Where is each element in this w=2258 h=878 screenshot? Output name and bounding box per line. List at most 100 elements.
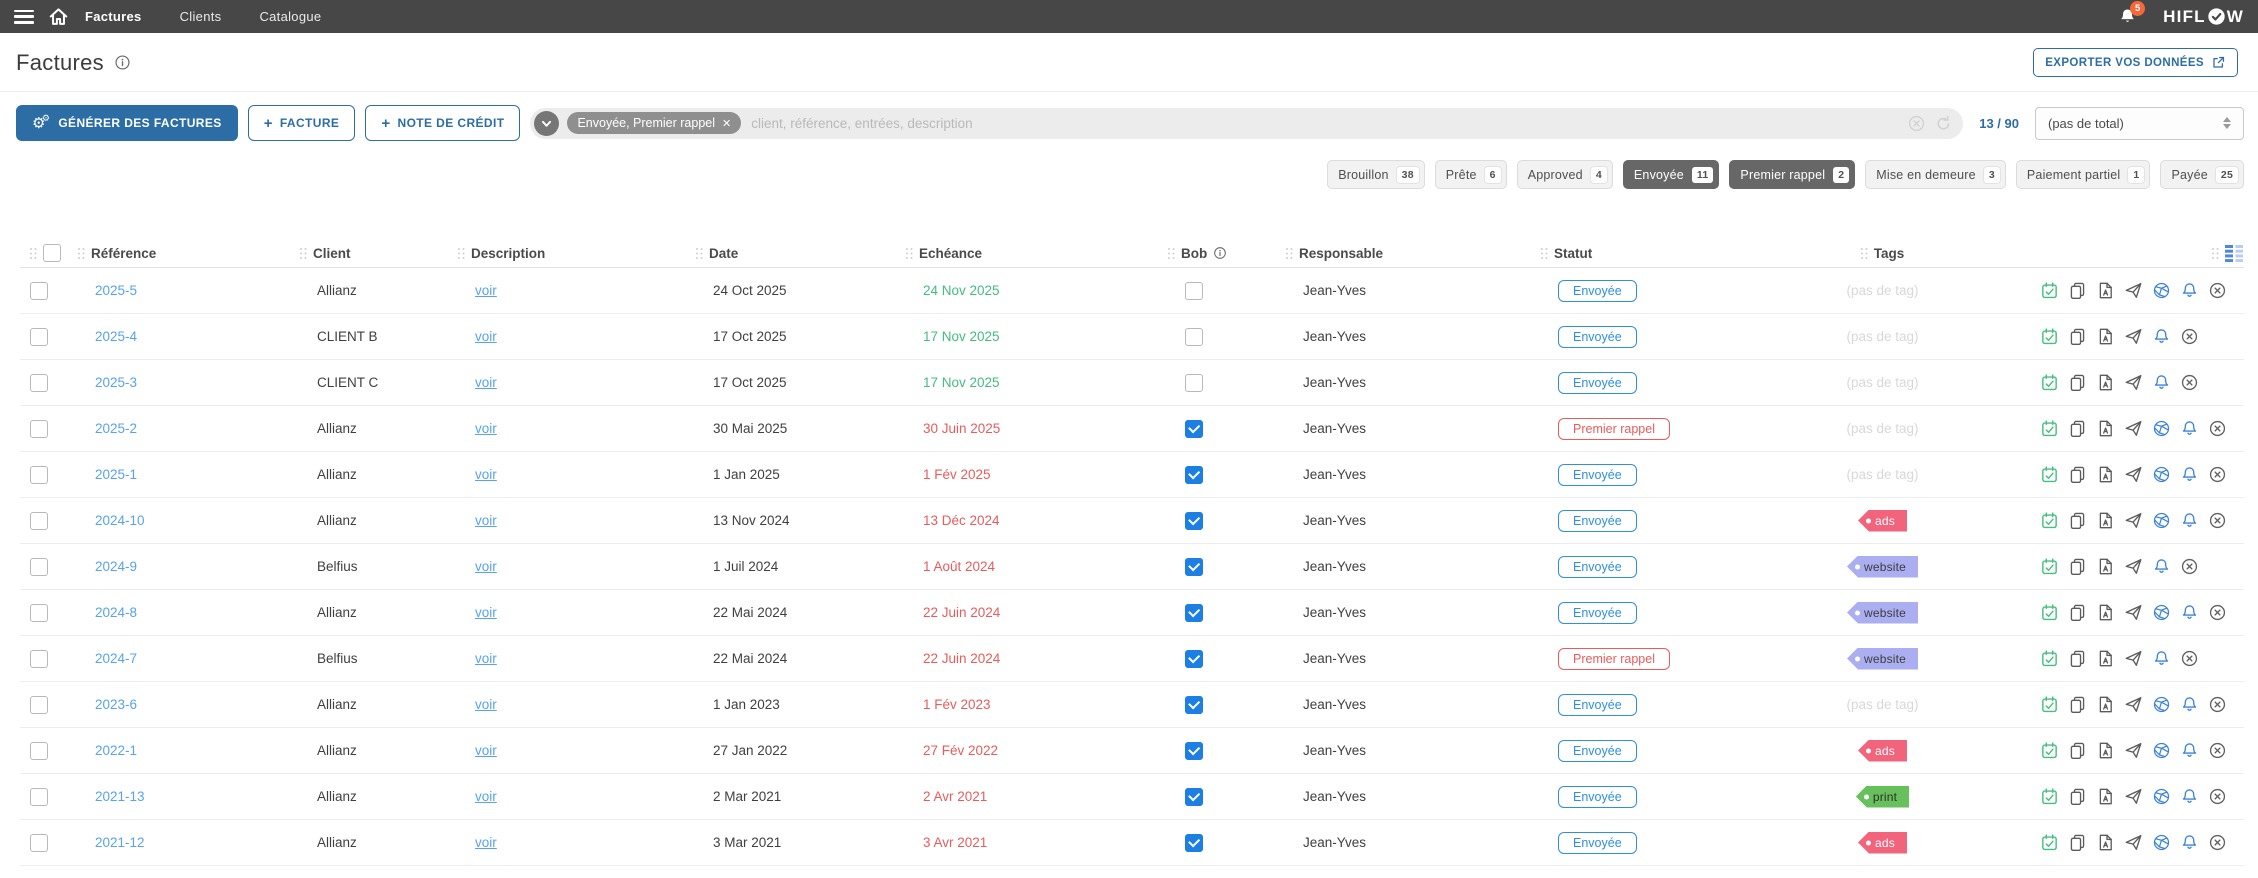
pdf-file-icon[interactable] — [2096, 833, 2115, 852]
header-bob[interactable]: Bob — [1168, 246, 1286, 261]
cancel-icon[interactable] — [2180, 327, 2199, 346]
status-badge[interactable]: Envoyée — [1558, 325, 1637, 348]
description-voir-link[interactable]: voir — [475, 513, 497, 528]
status-badge[interactable]: Envoyée — [1558, 371, 1637, 394]
menu-icon[interactable] — [14, 9, 34, 24]
globe-network-icon[interactable] — [2152, 465, 2171, 484]
copy-icon[interactable] — [2068, 373, 2087, 392]
drag-handle-icon[interactable] — [30, 247, 37, 259]
description-voir-link[interactable]: voir — [475, 467, 497, 482]
copy-icon[interactable] — [2068, 327, 2087, 346]
bob-checkbox[interactable] — [1185, 327, 1203, 346]
bob-checkbox[interactable] — [1185, 419, 1203, 438]
drag-handle-icon[interactable] — [458, 247, 465, 259]
reminder-bell-icon[interactable] — [2180, 281, 2199, 300]
pdf-file-icon[interactable] — [2096, 787, 2115, 806]
description-voir-link[interactable]: voir — [475, 697, 497, 712]
send-plane-icon[interactable] — [2124, 695, 2143, 714]
cancel-icon[interactable] — [2208, 419, 2227, 438]
invoice-reference-link[interactable]: 2025-4 — [95, 329, 137, 344]
calendar-check-icon[interactable] — [2040, 557, 2059, 576]
reminder-bell-icon[interactable] — [2152, 373, 2171, 392]
send-plane-icon[interactable] — [2124, 741, 2143, 760]
globe-network-icon[interactable] — [2152, 281, 2171, 300]
refresh-icon[interactable] — [1934, 114, 1953, 133]
reminder-bell-icon[interactable] — [2180, 511, 2199, 530]
invoice-reference-link[interactable]: 2025-5 — [95, 283, 137, 298]
generate-invoices-button[interactable]: ⚙⚙ GÉNÉRER DES FACTURES — [16, 105, 238, 141]
pdf-file-icon[interactable] — [2096, 695, 2115, 714]
row-select-checkbox[interactable] — [30, 281, 48, 300]
reminder-bell-icon[interactable] — [2152, 557, 2171, 576]
calendar-check-icon[interactable] — [2040, 373, 2059, 392]
pdf-file-icon[interactable] — [2096, 649, 2115, 668]
drag-handle-icon[interactable] — [1541, 247, 1548, 259]
info-icon[interactable] — [1213, 246, 1227, 260]
cancel-icon[interactable] — [2208, 787, 2227, 806]
cancel-icon[interactable] — [2180, 649, 2199, 668]
cancel-icon[interactable] — [2208, 511, 2227, 530]
bob-checkbox[interactable] — [1185, 465, 1203, 484]
invoice-reference-link[interactable]: 2024-7 — [95, 651, 137, 666]
status-filter-chip[interactable]: Mise en demeure 3 — [1865, 160, 2006, 189]
status-badge[interactable]: Envoyée — [1558, 693, 1637, 716]
description-voir-link[interactable]: voir — [475, 835, 497, 850]
drag-handle-icon[interactable] — [696, 247, 703, 259]
bob-checkbox[interactable] — [1185, 281, 1203, 300]
drag-handle-icon[interactable] — [906, 247, 913, 259]
send-plane-icon[interactable] — [2124, 281, 2143, 300]
header-description[interactable]: Description — [458, 246, 696, 261]
cancel-icon[interactable] — [2208, 695, 2227, 714]
bob-checkbox[interactable] — [1185, 833, 1203, 852]
reminder-bell-icon[interactable] — [2180, 695, 2199, 714]
send-plane-icon[interactable] — [2124, 511, 2143, 530]
status-filter-chip[interactable]: Envoyée 11 — [1622, 160, 1720, 189]
status-filter-chip[interactable]: Payée 25 — [2160, 160, 2244, 189]
copy-icon[interactable] — [2068, 511, 2087, 530]
reminder-bell-icon[interactable] — [2180, 741, 2199, 760]
description-voir-link[interactable]: voir — [475, 651, 497, 666]
calendar-check-icon[interactable] — [2040, 833, 2059, 852]
header-tags[interactable]: Tags — [1760, 246, 2005, 261]
row-select-checkbox[interactable] — [30, 649, 48, 668]
bob-checkbox[interactable] — [1185, 649, 1203, 668]
status-filter-chip[interactable]: Premier rappel 2 — [1729, 160, 1856, 189]
export-data-button[interactable]: EXPORTER VOS DONNÉES — [2033, 48, 2238, 77]
calendar-check-icon[interactable] — [2040, 695, 2059, 714]
pdf-file-icon[interactable] — [2096, 741, 2115, 760]
status-badge[interactable]: Envoyée — [1558, 739, 1637, 762]
pdf-file-icon[interactable] — [2096, 373, 2115, 392]
calendar-check-icon[interactable] — [2040, 327, 2059, 346]
globe-network-icon[interactable] — [2152, 603, 2171, 622]
cancel-icon[interactable] — [2208, 281, 2227, 300]
pdf-file-icon[interactable] — [2096, 465, 2115, 484]
send-plane-icon[interactable] — [2124, 557, 2143, 576]
status-badge[interactable]: Envoyée — [1558, 509, 1637, 532]
reminder-bell-icon[interactable] — [2180, 603, 2199, 622]
copy-icon[interactable] — [2068, 603, 2087, 622]
globe-network-icon[interactable] — [2152, 419, 2171, 438]
copy-icon[interactable] — [2068, 741, 2087, 760]
search-bar[interactable]: Envoyée, Premier rappel ✕ — [530, 107, 1964, 139]
calendar-check-icon[interactable] — [2040, 511, 2059, 530]
description-voir-link[interactable]: voir — [475, 559, 497, 574]
total-select[interactable]: (pas de total) — [2035, 106, 2244, 140]
drag-handle-icon[interactable] — [1168, 247, 1175, 259]
calendar-check-icon[interactable] — [2040, 741, 2059, 760]
reminder-bell-icon[interactable] — [2180, 419, 2199, 438]
copy-icon[interactable] — [2068, 281, 2087, 300]
status-badge[interactable]: Envoyée — [1558, 463, 1637, 486]
send-plane-icon[interactable] — [2124, 787, 2143, 806]
invoice-reference-link[interactable]: 2025-1 — [95, 467, 137, 482]
send-plane-icon[interactable] — [2124, 419, 2143, 438]
reminder-bell-icon[interactable] — [2152, 649, 2171, 668]
copy-icon[interactable] — [2068, 787, 2087, 806]
row-select-checkbox[interactable] — [30, 695, 48, 714]
info-icon[interactable] — [114, 54, 131, 71]
invoice-reference-link[interactable]: 2025-2 — [95, 421, 137, 436]
invoice-reference-link[interactable]: 2024-9 — [95, 559, 137, 574]
cancel-icon[interactable] — [2208, 465, 2227, 484]
send-plane-icon[interactable] — [2124, 373, 2143, 392]
description-voir-link[interactable]: voir — [475, 743, 497, 758]
drag-handle-icon[interactable] — [2212, 247, 2219, 259]
